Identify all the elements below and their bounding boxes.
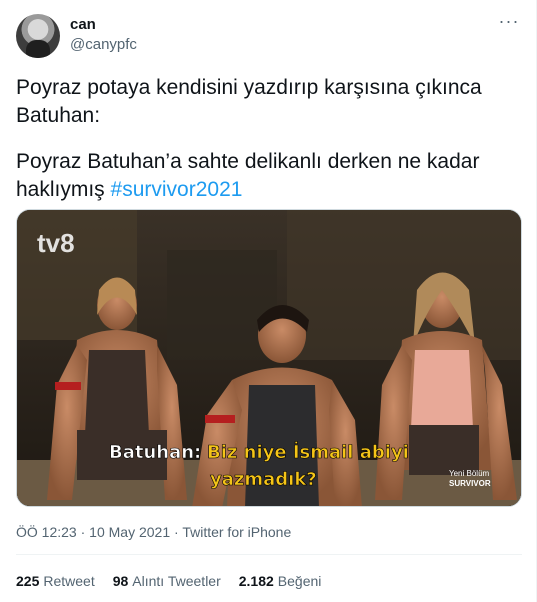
tweet-media[interactable]: tv8 Batuhan: Biz niye İsmail abiyi yazma… bbox=[16, 209, 522, 507]
corner-text-2: SURVIVOR bbox=[449, 479, 491, 488]
meta-separator: · bbox=[80, 524, 86, 540]
quote-tweet-count[interactable]: 98 Alıntı Tweetler bbox=[113, 573, 221, 589]
tweet-time[interactable]: ÖÖ 12:23 bbox=[16, 524, 77, 540]
subtitle-speaker: Batuhan: bbox=[109, 442, 201, 463]
tweet-meta: ÖÖ 12:23 · 10 May 2021 · Twitter for iPh… bbox=[16, 524, 291, 540]
corner-text-1: Yeni Bölüm bbox=[449, 469, 490, 478]
subtitle-line-1: Biz niye İsmail abiyi bbox=[207, 441, 409, 463]
tweet-date[interactable]: 10 May 2021 bbox=[89, 524, 170, 540]
tweet-line-1: Poyraz potaya kendisini yazdırıp karşısı… bbox=[16, 76, 482, 127]
avatar[interactable] bbox=[16, 14, 60, 58]
channel-logo: tv8 bbox=[37, 228, 75, 258]
tweet-line-2-text: Poyraz Batuhan’a sahte delikanlı derken … bbox=[16, 150, 480, 201]
more-horizontal-icon[interactable]: ··· bbox=[496, 12, 522, 36]
hashtag-link[interactable]: #survivor2021 bbox=[111, 178, 243, 201]
user-handle[interactable]: @canypfc bbox=[70, 36, 137, 53]
display-name[interactable]: can bbox=[70, 16, 96, 33]
media-image: tv8 Batuhan: Biz niye İsmail abiyi yazma… bbox=[17, 210, 521, 506]
tweet-line-2: Poyraz Batuhan’a sahte delikanlı derken … bbox=[16, 148, 516, 204]
tweet-text: Poyraz potaya kendisini yazdırıp karşısı… bbox=[16, 74, 516, 204]
tweet-source[interactable]: Twitter for iPhone bbox=[182, 524, 291, 540]
meta-separator: · bbox=[174, 524, 179, 540]
divider bbox=[16, 554, 522, 555]
subtitle-line-2: yazmadık? bbox=[210, 469, 317, 490]
tweet-stats: 225 Retweet 98 Alıntı Tweetler 2.182 Beğeni bbox=[16, 573, 321, 589]
like-count[interactable]: 2.182 Beğeni bbox=[239, 573, 322, 589]
tweet: can @canypfc ··· Poyraz potaya kendisini… bbox=[0, 0, 537, 602]
retweet-count[interactable]: 225 Retweet bbox=[16, 573, 95, 589]
